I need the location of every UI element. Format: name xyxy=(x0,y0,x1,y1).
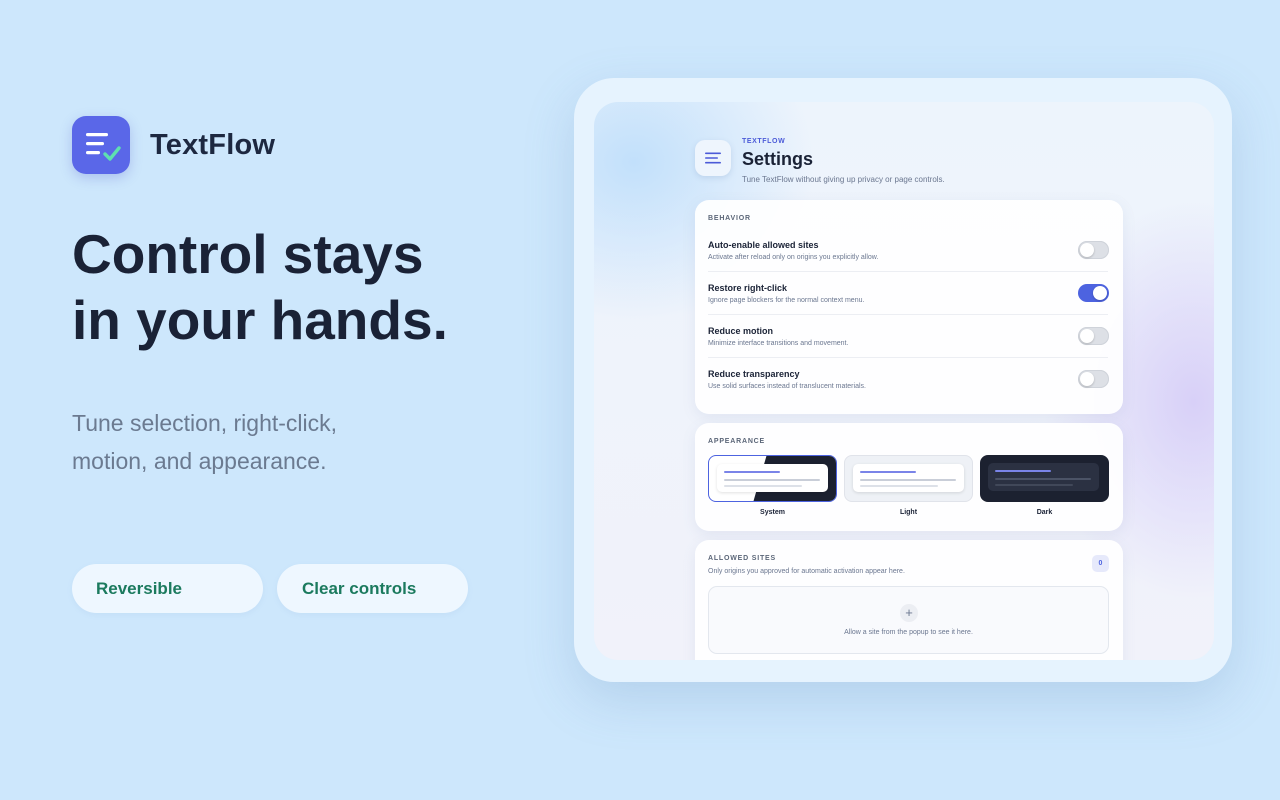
behavior-label: BEHAVIOR xyxy=(708,215,751,222)
reduce-motion-toggle[interactable] xyxy=(1078,327,1109,345)
setting-description: Minimize interface transitions and movem… xyxy=(708,340,849,347)
toggle-knob xyxy=(1093,286,1107,300)
menu-icon[interactable] xyxy=(695,140,731,176)
list-check-icon xyxy=(72,116,130,174)
setting-title: Auto-enable allowed sites xyxy=(708,240,819,250)
allowed-sites-label: ALLOWED SITES xyxy=(708,555,776,562)
theme-preview-window xyxy=(853,464,964,492)
allowed-sites-description: Only origins you approved for automatic … xyxy=(708,568,905,575)
subheadline-line-2: motion, and appearance. xyxy=(72,448,327,474)
empty-state: + Allow a site from the popup to see it … xyxy=(708,586,1109,654)
setting-row-reduce-transparency: Reduce transparency Use solid surfaces i… xyxy=(708,369,1109,412)
setting-description: Ignore page blockers for the normal cont… xyxy=(708,297,865,304)
restore-right-click-toggle[interactable] xyxy=(1078,284,1109,302)
theme-preview-light xyxy=(844,455,973,502)
theme-preview-window xyxy=(717,464,828,492)
allowed-sites-card: ALLOWED SITES Only origins you approved … xyxy=(695,540,1123,660)
settings-screen: TEXTFLOW Settings Tune TextFlow without … xyxy=(594,102,1214,660)
divider xyxy=(708,271,1108,272)
setting-title: Reduce motion xyxy=(708,326,774,336)
page-title: Settings xyxy=(742,149,814,169)
pill-clear-controls: Clear controls xyxy=(277,564,468,613)
subheadline-line-1: Tune selection, right-click, xyxy=(72,410,338,436)
setting-row-auto-enable: Auto-enable allowed sites Activate after… xyxy=(708,240,1109,283)
behavior-card: BEHAVIOR Auto-enable allowed sites Activ… xyxy=(695,200,1123,414)
theme-option-light[interactable]: Light xyxy=(844,455,973,516)
pill-reversible: Reversible xyxy=(72,564,263,613)
theme-option-system[interactable]: System xyxy=(708,455,837,516)
settings-description: Tune TextFlow without giving up privacy … xyxy=(742,175,945,184)
theme-preview-system xyxy=(708,455,837,502)
setting-title: Reduce transparency xyxy=(708,369,800,379)
toggle-knob xyxy=(1080,372,1094,386)
theme-name: Light xyxy=(899,509,918,516)
settings-header: TEXTFLOW Settings Tune TextFlow without … xyxy=(695,138,1115,198)
setting-row-reduce-motion: Reduce motion Minimize interface transit… xyxy=(708,326,1109,369)
theme-name: Dark xyxy=(1036,509,1053,516)
theme-name: System xyxy=(760,509,785,516)
divider xyxy=(708,357,1108,358)
count-badge: 0 xyxy=(1092,555,1109,572)
headline-line-2: in your hands. xyxy=(72,289,448,351)
appearance-label: APPEARANCE xyxy=(708,438,766,445)
headline: Control stays in your hands. xyxy=(72,221,448,353)
brand-name: TextFlow xyxy=(150,128,276,161)
headline-line-1: Control stays xyxy=(72,223,424,285)
reduce-transparency-toggle[interactable] xyxy=(1078,370,1109,388)
empty-state-text: Allow a site from the popup to see it he… xyxy=(844,629,973,636)
divider xyxy=(708,314,1108,315)
setting-title: Restore right-click xyxy=(708,283,788,293)
toggle-knob xyxy=(1080,243,1094,257)
setting-row-restore-right-click: Restore right-click Ignore page blockers… xyxy=(708,283,1109,326)
plus-icon: + xyxy=(900,604,918,622)
setting-description: Activate after reload only on origins yo… xyxy=(708,254,879,261)
theme-preview-window xyxy=(988,463,1099,491)
toggle-knob xyxy=(1080,329,1094,343)
setting-description: Use solid surfaces instead of translucen… xyxy=(708,383,866,390)
appearance-card: APPEARANCE System Light Dark xyxy=(695,423,1123,531)
auto-enable-toggle[interactable] xyxy=(1078,241,1109,259)
theme-preview-dark xyxy=(980,455,1109,502)
subheadline: Tune selection, right-click, motion, and… xyxy=(72,404,337,480)
device-frame: TEXTFLOW Settings Tune TextFlow without … xyxy=(574,78,1232,682)
settings-kicker: TEXTFLOW xyxy=(742,138,786,145)
theme-option-dark[interactable]: Dark xyxy=(980,455,1109,516)
brand: TextFlow xyxy=(72,116,275,174)
